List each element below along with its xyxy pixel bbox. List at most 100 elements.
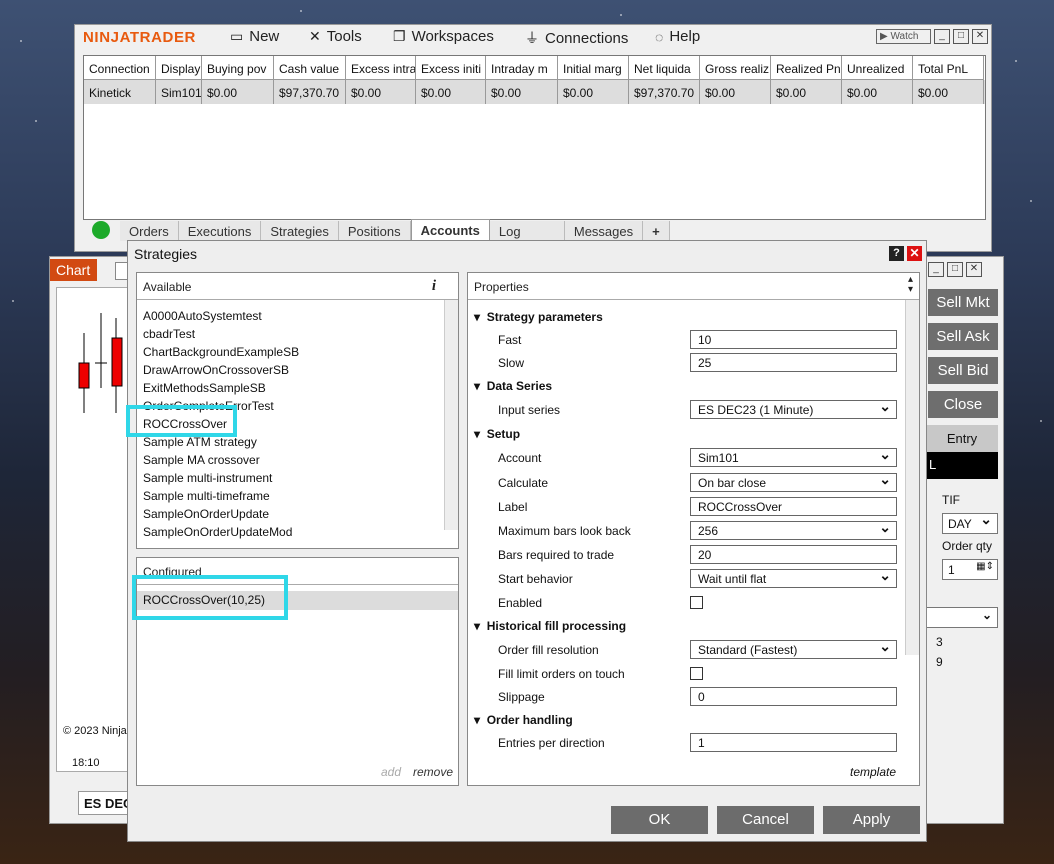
tab-executions[interactable]: Executions <box>178 221 262 241</box>
strategy-list-item[interactable]: Sample multi-instrument <box>137 469 458 487</box>
section-strategy-parameters[interactable]: ▾ Strategy parameters <box>474 310 603 324</box>
column-header[interactable]: Initial marg <box>558 56 629 80</box>
slippage-input[interactable]: 0 <box>690 687 897 706</box>
scroll-arrows-icon[interactable]: ▴ ▾ <box>908 275 913 295</box>
column-header[interactable]: Net liquida <box>629 56 700 80</box>
strategy-list-item[interactable]: cbadrTest <box>137 325 458 343</box>
label-input[interactable]: ROCCrossOver <box>690 497 897 516</box>
sell-ask-button[interactable]: Sell Ask <box>928 323 998 350</box>
column-header[interactable]: Intraday m <box>486 56 558 80</box>
info-icon[interactable]: i <box>432 278 436 295</box>
column-header[interactable]: Total PnL <box>913 56 984 80</box>
available-scrollbar[interactable] <box>444 300 458 530</box>
max-bars-select[interactable]: 256 <box>690 519 897 540</box>
strategy-list-item[interactable]: ChartBackgroundExampleSB <box>137 343 458 361</box>
price-chart[interactable]: © 2023 NinjaT <box>56 287 133 772</box>
column-header[interactable]: Unrealized <box>842 56 913 80</box>
strategies-dialog: Strategies ? ✕ Available i A0000AutoSyste… <box>127 240 927 842</box>
column-header[interactable]: Gross realiz <box>700 56 771 80</box>
section-title: Setup <box>486 427 521 441</box>
apply-button[interactable]: Apply <box>823 806 920 834</box>
menu-tools[interactable]: ✕ Tools <box>309 28 362 45</box>
table-cell: $0.00 <box>771 80 842 104</box>
watch-icon: ▶ <box>880 31 888 42</box>
column-header[interactable]: Realized Pn <box>771 56 842 80</box>
strategy-list-item[interactable]: Sample multi-timeframe <box>137 487 458 505</box>
tools-icon: ✕ <box>309 28 321 44</box>
menu-workspaces[interactable]: ❐ Workspaces <box>393 28 494 45</box>
chart-minimize-button[interactable]: _ <box>928 262 944 277</box>
slow-input[interactable]: 25 <box>690 353 897 372</box>
pnl-value: 9 <box>936 655 943 669</box>
strategy-list-item[interactable]: A0000AutoSystemtest <box>137 307 458 325</box>
section-data-series[interactable]: ▾ Data Series <box>474 379 552 393</box>
slow-label: Slow <box>498 356 525 370</box>
chart-close-button[interactable]: ✕ <box>966 262 982 277</box>
column-header[interactable]: Display <box>156 56 202 80</box>
entry-header: Entry <box>926 425 998 452</box>
chart-maximize-button[interactable]: □ <box>947 262 963 277</box>
maximize-button[interactable]: □ <box>953 29 969 44</box>
start-behavior-select[interactable]: Wait until flat <box>690 567 897 588</box>
table-row[interactable]: Kinetick Sim101 $0.00 $97,370.70 $0.00 $0.00 $… <box>84 80 985 104</box>
ok-button[interactable]: OK <box>611 806 708 834</box>
column-header[interactable]: Excess initi <box>416 56 486 80</box>
fill-resolution-select[interactable]: Standard (Fastest) <box>690 638 897 659</box>
calculate-select[interactable]: On bar close <box>690 471 897 492</box>
tab-log[interactable]: Log <box>489 221 565 241</box>
highlight-box-configured <box>132 575 288 620</box>
add-link[interactable]: add <box>381 765 401 779</box>
close-button[interactable]: ✕ <box>972 29 988 44</box>
column-header[interactable]: Connection <box>84 56 156 80</box>
chart-tab[interactable]: Chart <box>50 259 97 281</box>
tif-select[interactable]: DAY <box>942 511 998 534</box>
menu-new[interactable]: ▭ New <box>230 28 279 45</box>
strategy-list-item[interactable]: ExitMethodsSampleSB <box>137 379 458 397</box>
section-order-handling[interactable]: ▾ Order handling <box>474 713 573 727</box>
tab-messages[interactable]: Messages <box>564 221 644 241</box>
tab-orders[interactable]: Orders <box>120 221 179 241</box>
column-header[interactable]: Buying pov <box>202 56 274 80</box>
order-qty-stepper[interactable]: 1 ▦⇕ <box>942 559 998 580</box>
tab-positions[interactable]: Positions <box>338 221 411 241</box>
close-icon[interactable]: ✕ <box>907 246 922 261</box>
tab-strategies[interactable]: Strategies <box>261 221 339 241</box>
close-position-button[interactable]: Close <box>928 391 998 418</box>
entries-per-direction-input[interactable]: 1 <box>690 733 897 752</box>
strategy-list-item[interactable]: SampleOnOrderUpdate <box>137 505 458 523</box>
fill-limit-checkbox[interactable] <box>690 667 703 680</box>
section-historical-fill[interactable]: ▾ Historical fill processing <box>474 619 626 633</box>
section-setup[interactable]: ▾ Setup <box>474 427 520 441</box>
input-series-select[interactable]: ES DEC23 (1 Minute) <box>690 398 897 419</box>
max-bars-value: 256 <box>698 524 719 538</box>
tab-accounts[interactable]: Accounts <box>410 219 490 241</box>
table-cell: Kinetick <box>84 80 156 104</box>
strategy-list-item[interactable]: SampleOnOrderUpdateMod <box>137 523 458 541</box>
fast-input[interactable]: 10 <box>690 330 897 349</box>
column-header[interactable]: Excess intra <box>346 56 416 80</box>
remove-link[interactable]: remove <box>413 765 453 779</box>
account-select[interactable]: Sim101 <box>690 446 897 467</box>
sell-bid-button[interactable]: Sell Bid <box>928 357 998 384</box>
instrument-tab[interactable]: ES DEC <box>78 791 128 815</box>
help-icon[interactable]: ? <box>889 246 904 261</box>
sell-mkt-button[interactable]: Sell Mkt <box>928 289 998 316</box>
cancel-button[interactable]: Cancel <box>717 806 814 834</box>
watch-label: Watch <box>890 31 919 42</box>
properties-panel: Properties ▴ ▾ ▾ Strategy parameters Fast … <box>467 272 920 786</box>
properties-scrollbar[interactable] <box>905 300 919 655</box>
menu-help[interactable]: ◌ Help <box>655 28 700 45</box>
menu-connections[interactable]: ⏚ Connections <box>525 28 628 48</box>
max-bars-label: Maximum bars look back <box>498 524 631 538</box>
add-tab-button[interactable]: + <box>643 221 670 241</box>
start-behavior-label: Start behavior <box>498 572 573 586</box>
watch-button[interactable]: ▶ Watch <box>876 29 931 44</box>
account-select[interactable]: ⌄ <box>926 607 998 628</box>
bars-required-input[interactable]: 20 <box>690 545 897 564</box>
minimize-button[interactable]: _ <box>934 29 950 44</box>
template-link[interactable]: template <box>850 765 896 779</box>
strategy-list-item[interactable]: DrawArrowOnCrossoverSB <box>137 361 458 379</box>
column-header[interactable]: Cash value <box>274 56 346 80</box>
enabled-checkbox[interactable] <box>690 596 703 609</box>
strategy-list-item[interactable]: Sample MA crossover <box>137 451 458 469</box>
